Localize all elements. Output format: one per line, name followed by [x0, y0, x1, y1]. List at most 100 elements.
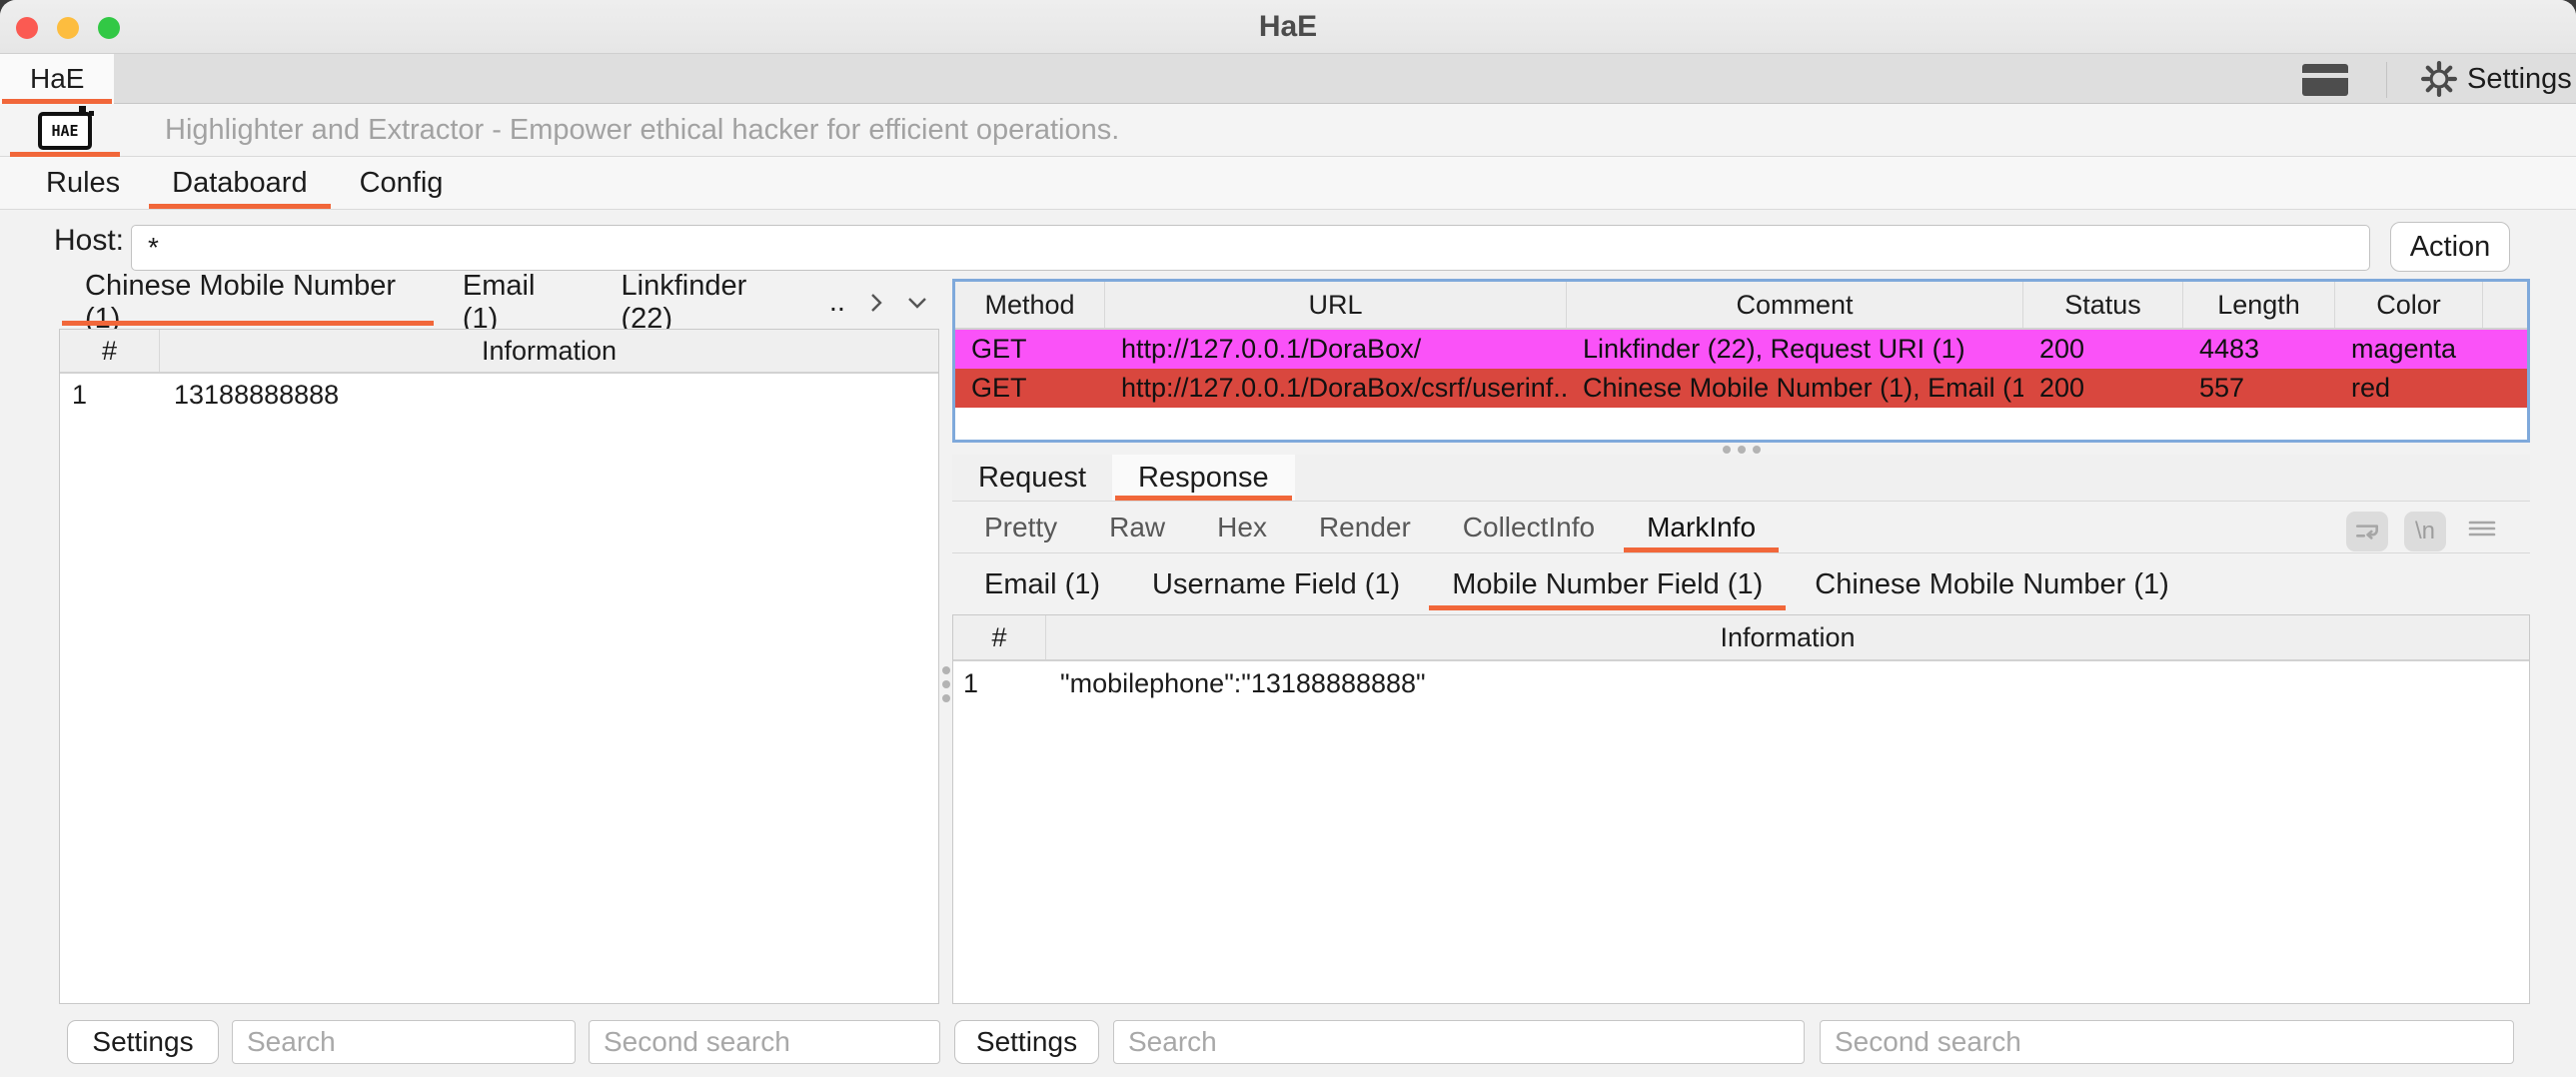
- method-cell: GET: [955, 330, 1105, 369]
- row-number-cell: 1: [60, 374, 160, 416]
- gear-icon: [2421, 61, 2457, 97]
- left-tab-overflow[interactable]: ..: [817, 279, 857, 326]
- nav-tab-bar: Rules Databoard Config: [0, 157, 2576, 210]
- tabs-scroll-right-button[interactable]: [857, 279, 895, 326]
- view-tab-markinfo[interactable]: MarkInfo: [1621, 503, 1782, 552]
- banner: HAE Highlighter and Extractor - Empower …: [0, 104, 2576, 157]
- banner-subtitle: Highlighter and Extractor - Empower ethi…: [165, 104, 1119, 157]
- row-number-cell: 1: [953, 661, 1046, 705]
- view-tab-raw[interactable]: Raw: [1083, 503, 1191, 552]
- http-table-header: Method URL Comment Status Length Color: [955, 282, 2527, 330]
- databoard-left-panel: Chinese Mobile Number (1) Email (1) Link…: [59, 279, 939, 1064]
- left-table-row[interactable]: 1 13188888888: [60, 374, 938, 416]
- left-settings-button[interactable]: Settings: [67, 1020, 219, 1064]
- comment-cell: Linkfinder (22), Request URI (1): [1567, 330, 2023, 369]
- http-row-red[interactable]: GET http://127.0.0.1/DoraBox/csrf/userin…: [955, 369, 2527, 408]
- status-cell: 200: [2023, 369, 2183, 408]
- info-col-number[interactable]: #: [953, 615, 1046, 659]
- settings-label: Settings: [2467, 63, 2572, 96]
- markinfo-table: # Information 1 "mobilephone":"131888888…: [952, 614, 2530, 1004]
- col-filler: [2483, 282, 2527, 328]
- http-row-magenta[interactable]: GET http://127.0.0.1/DoraBox/ Linkfinder…: [955, 330, 2527, 369]
- left-col-information[interactable]: Information: [160, 330, 938, 372]
- method-cell: GET: [955, 369, 1105, 408]
- message-splitter-handle[interactable]: [952, 445, 2530, 455]
- hae-window: HaE HaE Settings HAE: [0, 0, 2576, 1077]
- host-label: Host:: [54, 210, 124, 272]
- mark-tab-chinese-mobile-number[interactable]: Chinese Mobile Number (1): [1789, 558, 2195, 610]
- http-history-table: Method URL Comment Status Length Color G…: [952, 279, 2530, 443]
- view-tab-collectinfo[interactable]: CollectInfo: [1437, 503, 1621, 552]
- action-button[interactable]: Action: [2390, 222, 2510, 272]
- markinfo-tab-bar: Email (1) Username Field (1) Mobile Numb…: [952, 558, 2530, 610]
- right-second-search-input[interactable]: [1820, 1020, 2514, 1064]
- view-tab-hex[interactable]: Hex: [1191, 503, 1293, 552]
- left-tab-chinese-mobile-number[interactable]: Chinese Mobile Number (1): [59, 279, 437, 326]
- left-panel-footer: Settings: [67, 1020, 940, 1064]
- extension-tab-bar: HaE Settings: [0, 54, 2576, 104]
- col-method[interactable]: Method: [955, 282, 1105, 328]
- col-comment[interactable]: Comment: [1567, 282, 2023, 328]
- hae-logo-tab[interactable]: HAE: [0, 104, 130, 157]
- length-cell: 4483: [2183, 330, 2335, 369]
- word-wrap-button[interactable]: [2346, 512, 2388, 551]
- mark-tab-email[interactable]: Email (1): [958, 558, 1126, 610]
- response-view-tab-bar: Pretty Raw Hex Render CollectInfo MarkIn…: [952, 503, 2530, 553]
- color-cell: magenta: [2335, 330, 2483, 369]
- tab-hae[interactable]: HaE: [0, 54, 114, 104]
- col-status[interactable]: Status: [2023, 282, 2183, 328]
- databoard-right-panel: Method URL Comment Status Length Color G…: [952, 279, 2530, 1064]
- url-cell: http://127.0.0.1/DoraBox/: [1105, 330, 1567, 369]
- left-data-tab-bar: Chinese Mobile Number (1) Email (1) Link…: [59, 279, 939, 326]
- left-search-input[interactable]: [232, 1020, 576, 1064]
- col-length[interactable]: Length: [2183, 282, 2335, 328]
- editor-menu-button[interactable]: [2462, 511, 2502, 551]
- window-titlebar: HaE: [0, 0, 2576, 54]
- tabs-dropdown-button[interactable]: [895, 279, 939, 326]
- col-color[interactable]: Color: [2335, 282, 2483, 328]
- color-cell: red: [2335, 369, 2483, 408]
- row-information-cell: "mobilephone":"13188888888": [1046, 661, 2529, 705]
- request-response-tab-bar: Request Response: [952, 455, 2530, 502]
- word-wrap-icon: [2353, 518, 2381, 545]
- window-title: HaE: [0, 0, 2576, 54]
- newline-icon: \n: [2415, 518, 2435, 545]
- newline-toggle-button[interactable]: \n: [2404, 512, 2446, 551]
- comment-cell: Chinese Mobile Number (1), Email (1...: [1567, 369, 2023, 408]
- view-tab-render[interactable]: Render: [1293, 503, 1437, 552]
- left-second-search-input[interactable]: [589, 1020, 940, 1064]
- menu-icon: [2466, 515, 2498, 542]
- tab-config[interactable]: Config: [334, 157, 470, 209]
- info-col-information[interactable]: Information: [1046, 615, 2529, 659]
- right-search-input[interactable]: [1113, 1020, 1805, 1064]
- status-cell: 200: [2023, 330, 2183, 369]
- left-tab-linkfinder[interactable]: Linkfinder (22): [596, 279, 817, 326]
- left-col-number[interactable]: #: [60, 330, 160, 372]
- left-results-table: # Information 1 13188888888: [59, 329, 939, 1004]
- host-input[interactable]: [131, 225, 2370, 271]
- url-cell: http://127.0.0.1/DoraBox/csrf/userinf...: [1105, 369, 1567, 408]
- window-layout-icon[interactable]: [2302, 64, 2348, 96]
- view-tab-pretty[interactable]: Pretty: [958, 503, 1083, 552]
- view-toolbar-icons: \n: [2346, 511, 2502, 551]
- mark-tab-username-field[interactable]: Username Field (1): [1126, 558, 1426, 610]
- chevron-down-icon: [903, 292, 931, 314]
- tab-request[interactable]: Request: [952, 455, 1112, 501]
- tab-databoard[interactable]: Databoard: [146, 157, 333, 209]
- right-panel-footer: Settings: [954, 1020, 2514, 1064]
- left-tab-email[interactable]: Email (1): [437, 279, 596, 326]
- length-cell: 557: [2183, 369, 2335, 408]
- tab-response[interactable]: Response: [1112, 455, 1295, 501]
- markinfo-table-row[interactable]: 1 "mobilephone":"13188888888": [953, 661, 2529, 705]
- right-settings-button[interactable]: Settings: [954, 1020, 1099, 1064]
- toolbar-divider: [2386, 62, 2387, 98]
- panel-splitter-handle[interactable]: [939, 654, 952, 714]
- col-url[interactable]: URL: [1105, 282, 1567, 328]
- mark-tab-mobile-number-field[interactable]: Mobile Number Field (1): [1426, 558, 1789, 610]
- tab-rules[interactable]: Rules: [20, 157, 146, 209]
- chevron-right-icon: [865, 289, 887, 317]
- markinfo-table-header: # Information: [953, 615, 2529, 661]
- settings-button[interactable]: Settings: [2413, 54, 2576, 104]
- left-table-header: # Information: [60, 330, 938, 374]
- row-information-cell: 13188888888: [160, 374, 938, 416]
